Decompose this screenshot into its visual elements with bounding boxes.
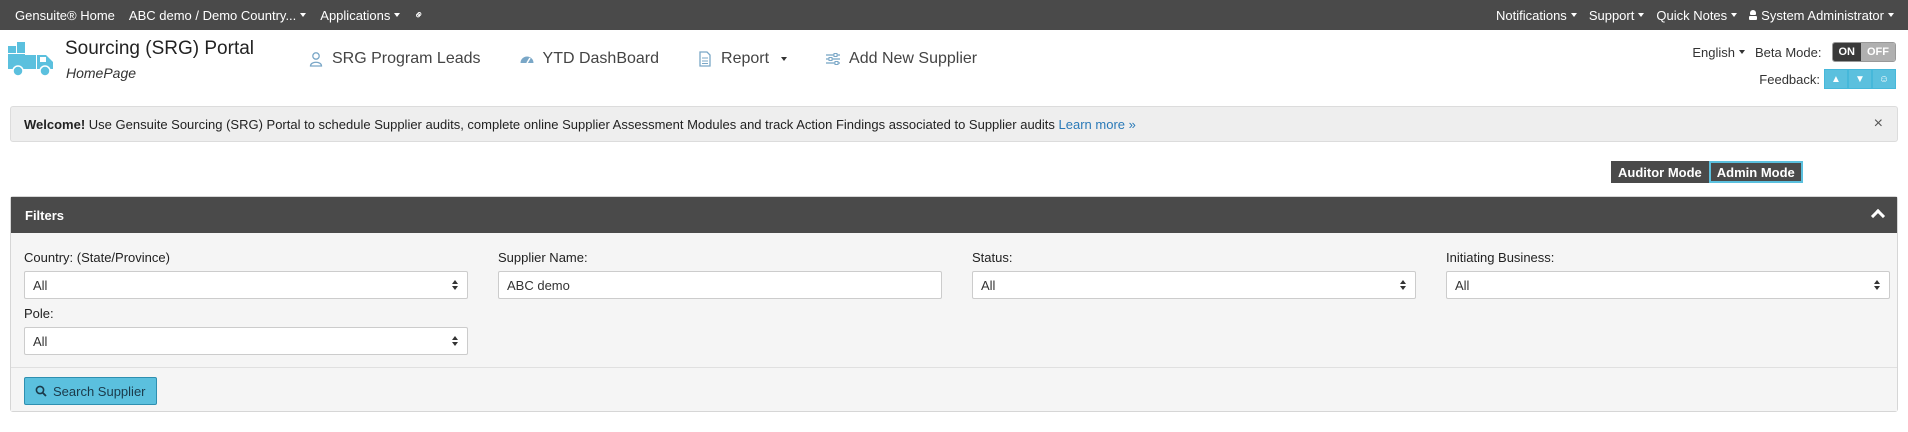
admin-mode-button[interactable]: Admin Mode [1708, 161, 1803, 183]
pole-value: All [33, 333, 48, 349]
welcome-text: Use Gensuite Sourcing (SRG) Portal to sc… [85, 117, 1059, 132]
language-label: English [1692, 44, 1735, 60]
site-selector[interactable]: ABC demo / Demo Country... [128, 7, 307, 23]
select-arrows-icon [452, 336, 458, 347]
notifications-menu[interactable]: Notifications [1496, 8, 1577, 23]
status-select[interactable]: All [972, 271, 1416, 299]
portal-title: Sourcing (SRG) Portal [65, 38, 255, 59]
supplier-name-input[interactable]: ABC demo [498, 271, 942, 299]
nav-ytd-dashboard-label: YTD DashBoard [542, 50, 660, 67]
sliders-icon [826, 53, 841, 65]
applications-label: Applications [320, 7, 391, 23]
filters-panel: Filters Country: (State/Province) All Su… [10, 196, 1898, 412]
business-filter: Initiating Business: All [1446, 250, 1890, 299]
nav-report-label: Report [721, 50, 770, 67]
filters-panel-header[interactable]: Filters [11, 197, 1897, 233]
select-arrows-icon [452, 280, 458, 291]
dashboard-icon [520, 56, 534, 64]
country-value: All [33, 277, 48, 293]
user-label: System Administrator [1761, 7, 1884, 23]
chevron-up-icon[interactable] [1870, 208, 1886, 224]
business-label: Initiating Business: [1446, 250, 1555, 265]
user-menu[interactable]: System Administrator [1749, 8, 1894, 23]
main-nav: SRG Program Leads YTD DashBoard Report A… [308, 50, 977, 68]
business-select[interactable]: All [1446, 271, 1890, 299]
filters-title: Filters [25, 207, 65, 223]
pole-filter: Pole: All [24, 306, 468, 355]
truck-logo-icon [8, 42, 53, 77]
business-value: All [1455, 277, 1470, 293]
user-outline-icon [309, 52, 323, 67]
select-arrows-icon [1400, 280, 1406, 291]
select-arrows-icon [1874, 280, 1880, 291]
beta-mode-label: Beta Mode: [1755, 44, 1822, 60]
country-select[interactable]: All [24, 271, 468, 299]
link-icon[interactable]: ⚭ [411, 6, 428, 23]
chevron-down-icon [1739, 50, 1745, 54]
chevron-down-icon [1731, 13, 1738, 17]
nav-ytd-dashboard[interactable]: YTD DashBoard [519, 50, 660, 68]
thumbs-up-icon[interactable]: ▲ [1824, 69, 1848, 89]
nav-srg-program-leads-label: SRG Program Leads [332, 50, 481, 67]
welcome-alert: Welcome! Use Gensuite Sourcing (SRG) Por… [10, 106, 1898, 142]
notifications-label: Notifications [1496, 7, 1567, 23]
support-menu[interactable]: Support [1589, 8, 1645, 23]
supplier-filter: Supplier Name: ABC demo [498, 250, 942, 299]
site-selector-label: ABC demo / Demo Country... [128, 7, 297, 23]
supplier-value: ABC demo [507, 277, 570, 293]
close-icon[interactable]: × [1874, 115, 1883, 133]
country-label: Country: (State/Province) [24, 250, 170, 265]
chevron-down-icon [1638, 13, 1645, 17]
chevron-down-icon [1888, 13, 1894, 17]
nav-add-new-supplier-label: Add New Supplier [849, 50, 978, 67]
beta-off-label: OFF [1861, 43, 1895, 61]
support-label: Support [1588, 7, 1635, 23]
feedback-label: Feedback: [1759, 71, 1820, 87]
page-subtitle: HomePage [66, 65, 137, 81]
language-selector[interactable]: English [1692, 45, 1745, 60]
quick-notes-label: Quick Notes [1656, 7, 1728, 23]
status-label: Status: [972, 250, 1013, 265]
search-supplier-button[interactable]: Search Supplier [24, 377, 157, 405]
mode-switcher: Auditor Mode Admin Mode [1611, 161, 1803, 183]
welcome-strong: Welcome! [24, 117, 86, 132]
auditor-mode-button[interactable]: Auditor Mode [1611, 161, 1709, 183]
header-right-controls: English Beta Mode: ON OFF Feedback: ▲ ▼ … [1692, 42, 1896, 89]
document-icon [699, 51, 711, 67]
user-icon [1749, 10, 1758, 20]
smile-icon[interactable]: ☺ [1872, 69, 1896, 89]
chevron-down-icon [300, 13, 307, 17]
nav-add-new-supplier[interactable]: Add New Supplier [825, 50, 977, 68]
chevron-down-icon [1570, 13, 1577, 17]
gensuite-home-link[interactable]: Gensuite® Home [15, 8, 115, 23]
search-supplier-label: Search Supplier [53, 383, 146, 399]
top-navbar: Gensuite® Home ABC demo / Demo Country..… [0, 0, 1908, 30]
quick-notes-menu[interactable]: Quick Notes [1656, 7, 1738, 23]
supplier-label: Supplier Name: [498, 250, 588, 265]
chevron-down-icon [781, 57, 788, 61]
beta-on-label: ON [1832, 43, 1861, 61]
nav-report[interactable]: Report [697, 50, 788, 68]
thumbs-down-icon[interactable]: ▼ [1848, 69, 1872, 89]
beta-mode-toggle[interactable]: ON OFF [1831, 42, 1896, 62]
applications-menu[interactable]: Applications [320, 7, 401, 23]
pole-select[interactable]: All [24, 327, 468, 355]
status-filter: Status: All [972, 250, 1416, 299]
status-value: All [981, 277, 996, 293]
chevron-down-icon [394, 13, 401, 17]
portal-header: Sourcing (SRG) Portal HomePage SRG Progr… [0, 30, 1908, 100]
search-icon [35, 385, 47, 397]
pole-label: Pole: [24, 306, 54, 321]
nav-srg-program-leads[interactable]: SRG Program Leads [308, 50, 481, 68]
filters-panel-footer: Search Supplier [11, 367, 1897, 411]
learn-more-link[interactable]: Learn more » [1059, 117, 1136, 132]
country-filter: Country: (State/Province) All [24, 250, 468, 299]
